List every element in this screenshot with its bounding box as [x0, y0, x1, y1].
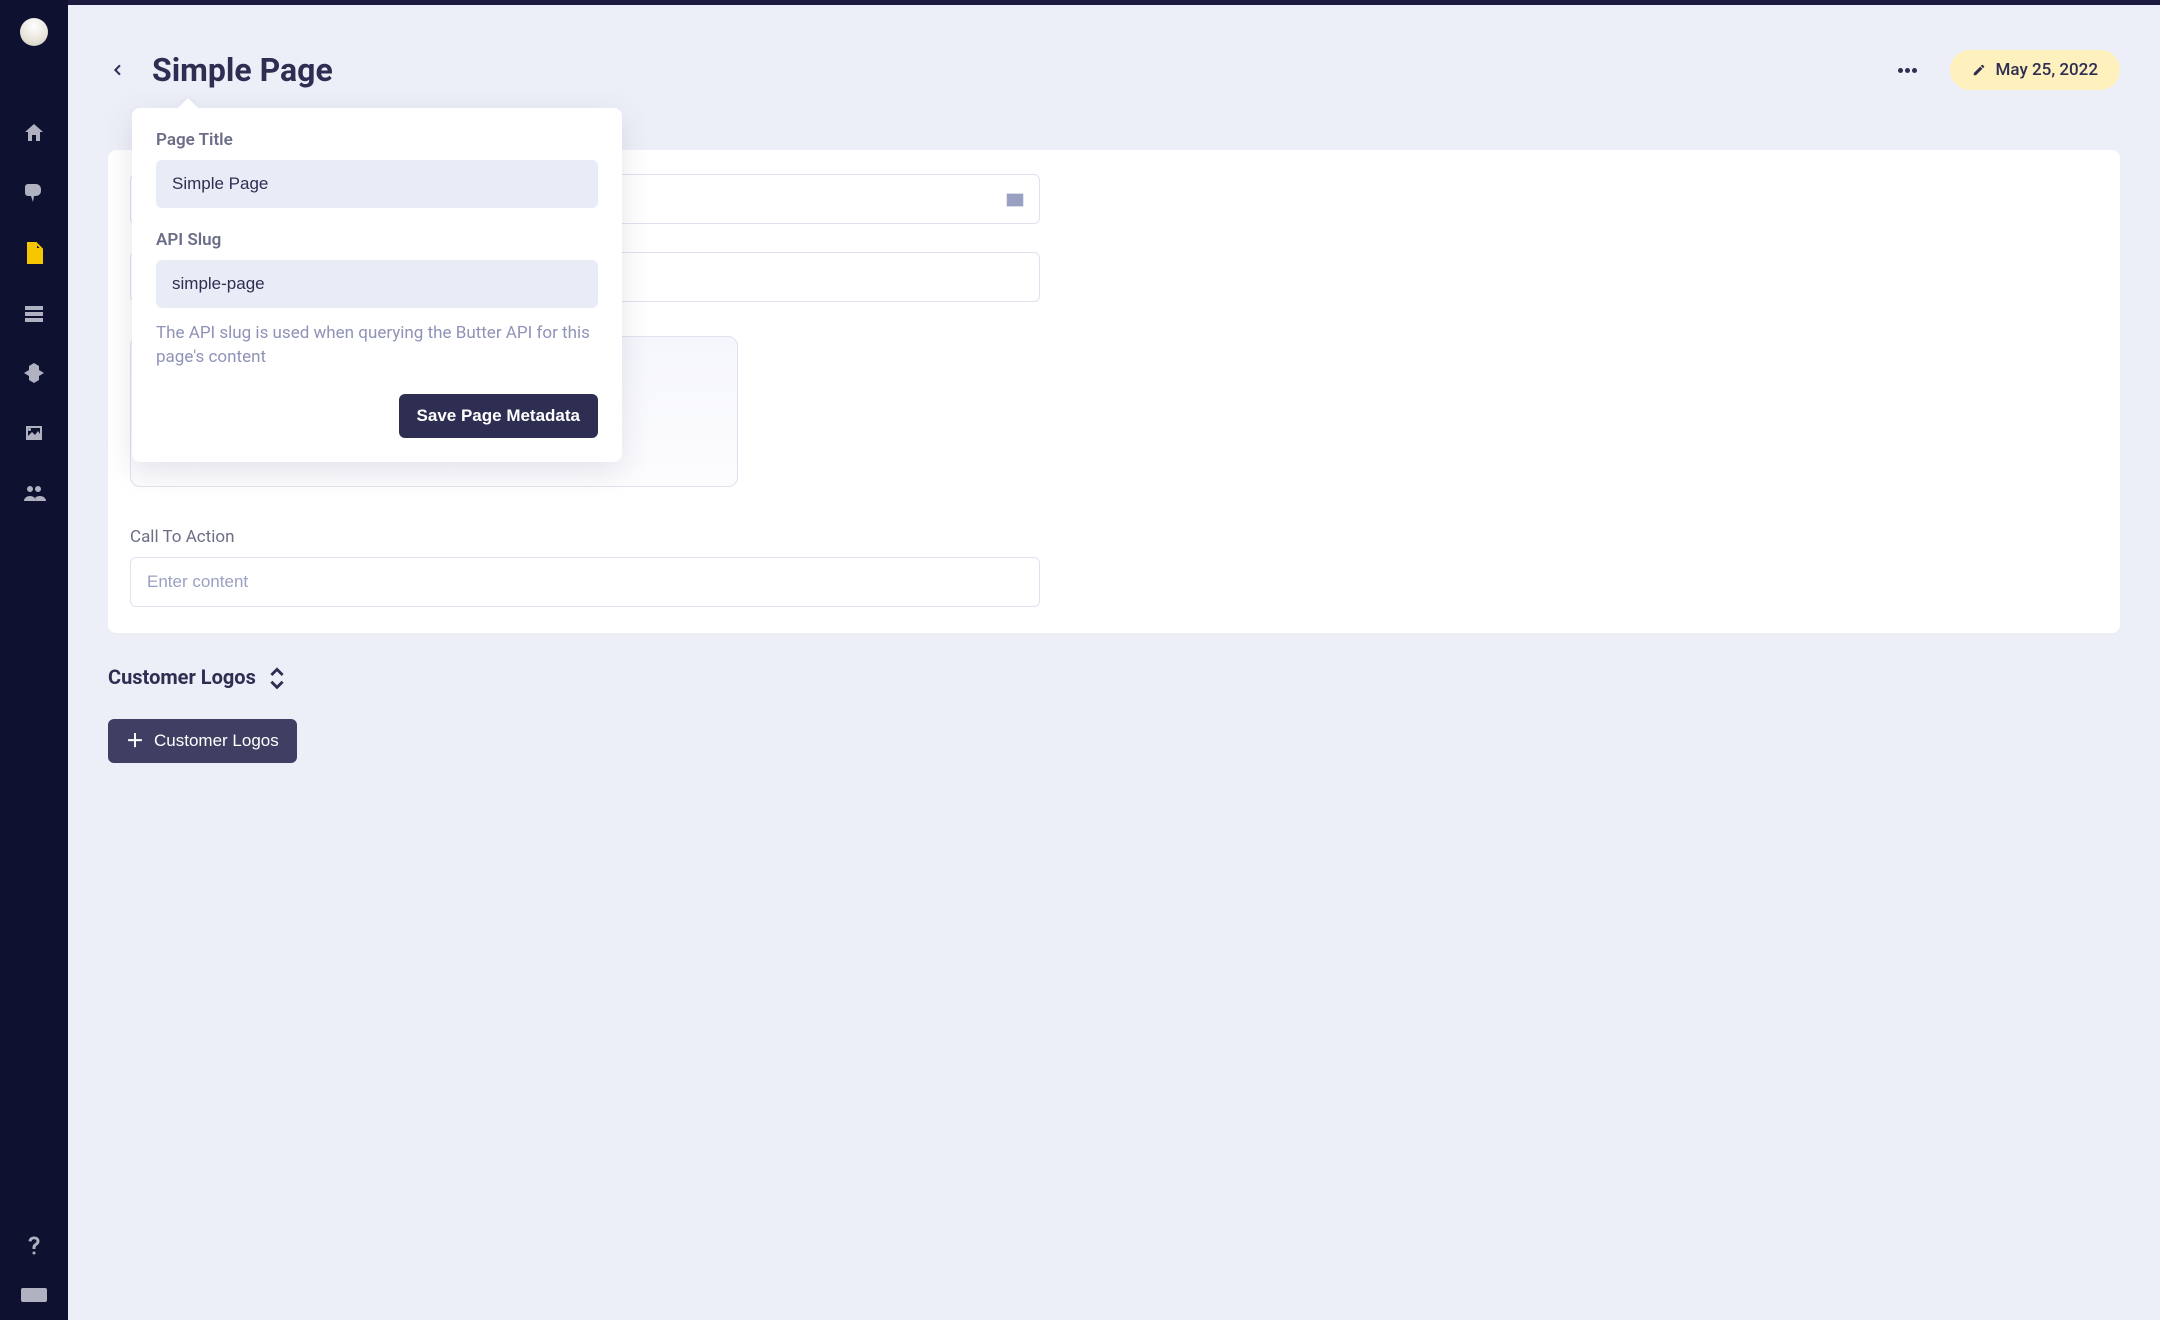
nav-footer-icon[interactable] [21, 1288, 47, 1302]
page-title-label: Page Title [156, 130, 598, 150]
page-title-input[interactable] [156, 160, 598, 208]
customer-logos-title: Customer Logos [108, 665, 256, 689]
page-header: Simple Page May 25, 2022 Page Title API … [108, 50, 2120, 90]
main-content: Simple Page May 25, 2022 Page Title API … [68, 0, 2160, 1320]
sidebar [0, 0, 68, 1320]
nav-collections-icon[interactable] [21, 300, 47, 326]
nav-pages-icon[interactable] [21, 240, 47, 266]
nav-help-icon[interactable] [21, 1232, 47, 1258]
cta-label: Call To Action [130, 527, 2098, 547]
nav-home-icon[interactable] [21, 120, 47, 146]
metadata-popover: Page Title API Slug The API slug is used… [132, 108, 622, 462]
nav-users-icon[interactable] [21, 480, 47, 506]
more-actions-icon[interactable] [1896, 58, 1920, 82]
reorder-icon[interactable] [268, 666, 286, 688]
api-slug-label: API Slug [156, 230, 598, 250]
back-button[interactable] [108, 60, 128, 80]
customer-logos-section-header: Customer Logos [108, 665, 2120, 689]
add-customer-logos-button[interactable]: ＋ Customer Logos [108, 719, 297, 763]
last-modified-badge: May 25, 2022 [1950, 50, 2120, 90]
nav-blog-icon[interactable] [21, 180, 47, 206]
pencil-icon [1972, 63, 1986, 77]
api-slug-input[interactable] [156, 260, 598, 308]
nav-components-icon[interactable] [21, 360, 47, 386]
last-modified-date: May 25, 2022 [1996, 60, 2098, 80]
page-title: Simple Page [152, 51, 333, 89]
avatar[interactable] [20, 18, 48, 46]
nav-media-icon[interactable] [21, 420, 47, 446]
cta-input[interactable] [130, 557, 1040, 607]
id-card-icon[interactable] [1004, 189, 1026, 209]
plus-icon: ＋ [126, 732, 144, 750]
save-metadata-button[interactable]: Save Page Metadata [399, 394, 598, 438]
api-slug-help-text: The API slug is used when querying the B… [156, 322, 598, 370]
